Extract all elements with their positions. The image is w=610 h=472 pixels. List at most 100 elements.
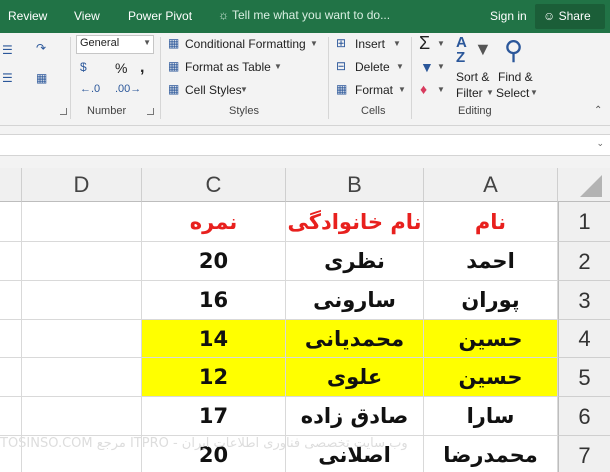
tab-review[interactable]: Review — [8, 9, 47, 23]
cell-empty[interactable] — [0, 397, 22, 436]
excel-window: Review View Power Pivot ☼ Tell me what yo… — [0, 0, 610, 472]
formula-bar-spacer — [0, 126, 610, 134]
tab-power-pivot[interactable]: Power Pivot — [128, 9, 192, 23]
find-select-label-1[interactable]: Find & — [498, 70, 533, 84]
tab-view[interactable]: View — [74, 9, 100, 23]
cell-empty[interactable] — [22, 358, 142, 397]
formula-bar-input[interactable]: ⌄ — [0, 134, 610, 156]
cell-empty[interactable] — [22, 202, 142, 242]
currency-button[interactable]: $ — [80, 60, 87, 74]
delete-button[interactable]: Delete — [355, 60, 390, 74]
format-cells-icon: ▦ — [336, 82, 348, 96]
sort-filter-label-2[interactable]: Filter — [456, 86, 483, 100]
column-header-a[interactable]: A — [424, 168, 558, 202]
cell-empty[interactable] — [0, 281, 22, 320]
number-format-value: General — [80, 37, 120, 49]
cell-empty[interactable] — [0, 358, 22, 397]
select-all-corner[interactable] — [558, 168, 610, 202]
row-header-4[interactable]: 4 — [558, 320, 610, 358]
clear-eraser-icon[interactable]: ♦ — [420, 81, 427, 97]
cell-b3[interactable]: سارونی — [286, 281, 424, 320]
increase-decimal-icon[interactable]: ←.0 — [80, 83, 100, 95]
magnifier-icon: ⚲ — [504, 35, 524, 65]
cell-c2[interactable]: 20 — [142, 242, 286, 281]
formula-bar-spacer — [0, 156, 610, 168]
separator — [70, 37, 71, 119]
cell-b4[interactable]: محمدیانی — [286, 320, 424, 358]
column-header-b[interactable]: B — [286, 168, 424, 202]
row-header-7[interactable]: 7 — [558, 436, 610, 472]
cell-styles-icon: ▦ — [168, 82, 180, 96]
insert-button[interactable]: Insert — [355, 37, 385, 51]
separator — [328, 37, 329, 119]
cell-empty[interactable] — [0, 202, 22, 242]
editing-group-label: Editing — [458, 105, 492, 117]
chevron-down-icon: ▼ — [393, 39, 401, 48]
cell-empty[interactable] — [22, 397, 142, 436]
collapse-ribbon-icon[interactable]: ⌃ — [594, 105, 602, 116]
column-header-c[interactable]: C — [142, 168, 286, 202]
number-format-dropdown[interactable]: General ▼ — [76, 35, 154, 54]
conditional-formatting-icon: ▦ — [168, 36, 180, 50]
merge-center-icon[interactable]: ▦ — [36, 71, 47, 85]
indent-icon[interactable]: ☰ — [2, 71, 13, 85]
cell-empty[interactable] — [22, 281, 142, 320]
cell-a1[interactable]: نام — [424, 202, 558, 242]
column-header-partial[interactable] — [0, 168, 22, 202]
column-header-d[interactable]: D — [22, 168, 142, 202]
number-launcher-icon[interactable] — [147, 108, 154, 115]
cell-c6[interactable]: 17 — [142, 397, 286, 436]
chevron-down-icon: ▼ — [437, 39, 445, 48]
chevron-down-icon: ▼ — [398, 85, 406, 94]
chevron-down-icon: ▼ — [486, 88, 494, 97]
select-all-triangle-icon — [580, 175, 602, 197]
row-header-5[interactable]: 5 — [558, 358, 610, 397]
row-header-1[interactable]: 1 — [558, 202, 610, 242]
funnel-icon: ▼ — [474, 39, 492, 59]
share-button[interactable]: ☺ Share — [535, 4, 605, 29]
align-icon[interactable]: ☰ — [2, 43, 13, 57]
sort-filter-label-1[interactable]: Sort & — [456, 70, 489, 84]
cell-empty[interactable] — [0, 320, 22, 358]
cell-empty[interactable] — [22, 242, 142, 281]
row-header-3[interactable]: 3 — [558, 281, 610, 320]
format-as-table-button[interactable]: Format as Table — [185, 60, 271, 74]
cell-empty[interactable] — [0, 242, 22, 281]
comma-button[interactable]: , — [140, 59, 144, 77]
row-header-6[interactable]: 6 — [558, 397, 610, 436]
separator — [411, 37, 412, 119]
cell-c1[interactable]: نمره — [142, 202, 286, 242]
cell-b5[interactable]: علوی — [286, 358, 424, 397]
cell-b2[interactable]: نظری — [286, 242, 424, 281]
cell-a2[interactable]: احمد — [424, 242, 558, 281]
cell-styles-button[interactable]: Cell Styles — [185, 83, 242, 97]
cell-b6[interactable]: صادق زاده — [286, 397, 424, 436]
wrap-text-icon[interactable]: ↷ — [36, 41, 46, 55]
cell-empty[interactable] — [22, 320, 142, 358]
cell-c5[interactable]: 12 — [142, 358, 286, 397]
cell-c4[interactable]: 14 — [142, 320, 286, 358]
cell-c3[interactable]: 16 — [142, 281, 286, 320]
decrease-decimal-icon[interactable]: .00→ — [115, 83, 141, 95]
row-header-2[interactable]: 2 — [558, 242, 610, 281]
cell-a4[interactable]: حسین — [424, 320, 558, 358]
format-button[interactable]: Format — [355, 83, 393, 97]
percent-button[interactable]: % — [115, 60, 127, 76]
find-select-label-2[interactable]: Select — [496, 86, 529, 100]
cell-a5[interactable]: حسین — [424, 358, 558, 397]
fill-down-icon[interactable]: ▼ — [420, 59, 434, 75]
chevron-down-icon: ▼ — [437, 85, 445, 94]
sign-in-link[interactable]: Sign in — [490, 9, 527, 23]
chevron-down-icon: ▼ — [396, 62, 404, 71]
expand-formula-bar-icon[interactable]: ⌄ — [596, 138, 604, 149]
alignment-launcher-icon[interactable] — [60, 108, 67, 115]
cell-b1[interactable]: نام خانوادگی — [286, 202, 424, 242]
tell-me-search[interactable]: ☼ Tell me what you want to do... — [218, 8, 390, 22]
delete-cells-icon: ⊟ — [336, 59, 347, 73]
autosum-icon[interactable]: Σ — [419, 33, 430, 54]
chevron-down-icon: ▼ — [310, 39, 318, 48]
cell-a6[interactable]: سارا — [424, 397, 558, 436]
watermark-text: TOSINSO.COM مرجع ITPRO - وب سایت تخصصی ف… — [0, 436, 408, 451]
conditional-formatting-button[interactable]: Conditional Formatting — [185, 37, 306, 51]
cell-a3[interactable]: پوران — [424, 281, 558, 320]
